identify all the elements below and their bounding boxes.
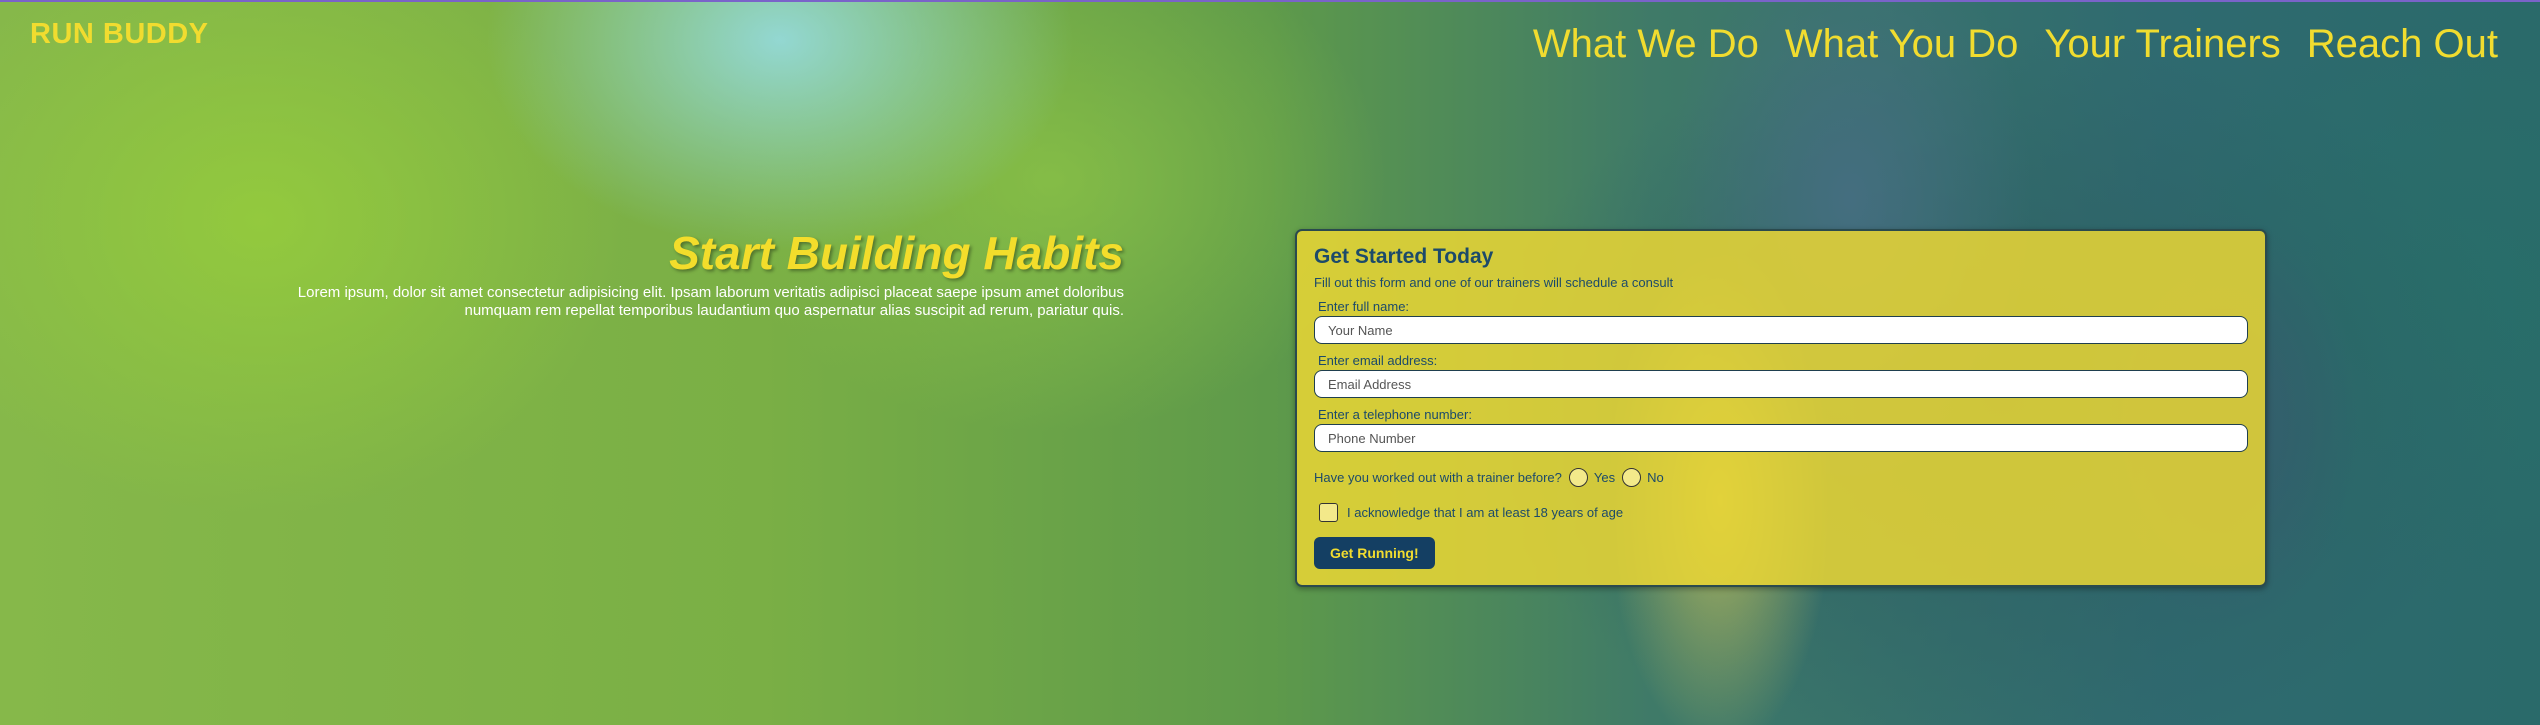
- hero-body-text: Lorem ipsum, dolor sit amet consectetur …: [297, 284, 1124, 319]
- name-field-group: Enter full name:: [1314, 299, 2248, 344]
- nav-what-you-do[interactable]: What You Do: [1785, 22, 2019, 67]
- age-ack-checkbox[interactable]: [1319, 503, 1338, 522]
- nav-your-trainers[interactable]: Your Trainers: [2044, 22, 2280, 67]
- trainer-question-row: Have you worked out with a trainer befor…: [1314, 468, 2248, 487]
- email-field-group: Enter email address:: [1314, 353, 2248, 398]
- age-ack-row: I acknowledge that I am at least 18 year…: [1319, 503, 2248, 522]
- top-border: [0, 0, 2540, 2]
- hero-heading: Start Building Habits: [669, 227, 1124, 279]
- email-label: Enter email address:: [1318, 353, 1438, 368]
- age-ack-label: I acknowledge that I am at least 18 year…: [1347, 505, 1624, 520]
- form-title: Get Started Today: [1314, 245, 1494, 268]
- trainer-yes-radio[interactable]: [1568, 468, 1588, 487]
- nav-what-we-do[interactable]: What We Do: [1533, 22, 1759, 67]
- get-running-button[interactable]: Get Running!: [1314, 537, 1435, 569]
- name-label: Enter full name:: [1318, 299, 1410, 314]
- trainer-yes-label: Yes: [1593, 470, 1616, 485]
- name-input[interactable]: [1314, 316, 2248, 344]
- phone-input[interactable]: [1314, 424, 2248, 452]
- phone-label: Enter a telephone number:: [1318, 407, 1472, 422]
- signup-form: Get Started Today Fill out this form and…: [1295, 229, 2267, 587]
- email-input[interactable]: [1314, 370, 2248, 398]
- phone-field-group: Enter a telephone number:: [1314, 407, 2248, 452]
- site-logo[interactable]: RUN BUDDY: [30, 18, 209, 51]
- trainer-no-label: No: [1647, 470, 1664, 485]
- trainer-question-label: Have you worked out with a trainer befor…: [1314, 470, 1562, 485]
- trainer-no-radio[interactable]: [1622, 468, 1642, 487]
- main-nav: What We Do What You Do Your Trainers Rea…: [1533, 22, 2498, 67]
- nav-reach-out[interactable]: Reach Out: [2307, 22, 2498, 67]
- form-subtitle: Fill out this form and one of our traine…: [1314, 275, 1674, 290]
- hero-intro: Start Building Habits Lorem ipsum, dolor…: [250, 226, 1124, 320]
